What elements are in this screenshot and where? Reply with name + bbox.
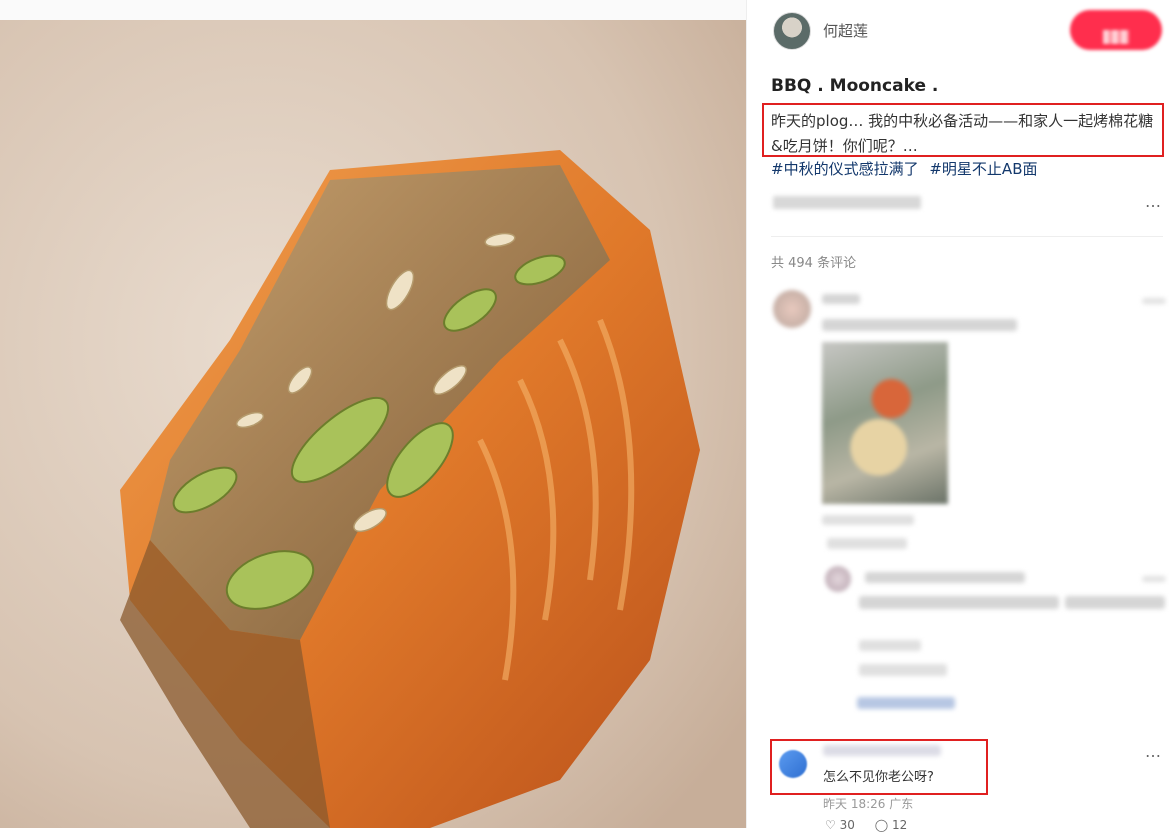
comment-actions-blurred: [827, 538, 907, 549]
tag-link[interactable]: #明星不止AB面: [929, 160, 1037, 178]
follow-button[interactable]: [1070, 10, 1162, 50]
reply-username-blurred: [865, 572, 1025, 583]
commenter-avatar[interactable]: [779, 750, 807, 778]
author-avatar[interactable]: [773, 12, 811, 50]
post-description: 昨天的plog… 我的中秋必备活动——和家人一起烤棉花糖&吃月饼！你们呢？…: [771, 112, 1154, 155]
post-detail-panel: 何超莲 BBQ . Mooncake . 昨天的plog… 我的中秋必备活动——…: [746, 0, 1169, 832]
reply-text-blurred: [859, 596, 1059, 609]
post-date-blurred: [773, 196, 921, 209]
comment-actions: ♡ 30 ◯ 12: [825, 818, 923, 832]
expand-replies-blurred[interactable]: [857, 697, 955, 709]
follow-button-label: [1103, 29, 1129, 44]
comment-meta-blurred: [822, 515, 914, 525]
reply-avatar[interactable]: [825, 566, 851, 592]
reply-more-blurred: [1142, 576, 1166, 582]
reply-meta-blurred: [859, 640, 921, 651]
heart-icon: ♡: [825, 818, 836, 832]
comment-avatar[interactable]: [773, 290, 811, 328]
comment-image[interactable]: [822, 342, 948, 504]
author-name[interactable]: 何超莲: [823, 20, 868, 41]
post-media[interactable]: [0, 0, 746, 828]
comment-icon: ◯: [874, 818, 889, 832]
divider: [771, 236, 1163, 237]
comment-count: 共 494 条评论: [771, 256, 857, 271]
comment-text-blurred: [822, 319, 1017, 331]
post-tags: #中秋的仪式感拉满了 #明星不止AB面: [771, 158, 1043, 179]
comment-more-blurred: [1142, 298, 1166, 304]
comment-text: 怎么不见你老公呀?: [823, 770, 934, 785]
comment-username-blurred: [822, 294, 860, 304]
reply-text-blurred: [1065, 596, 1165, 609]
tag-link[interactable]: #中秋的仪式感拉满了: [771, 160, 919, 178]
media-top-strip: [0, 0, 746, 20]
reply-count: 12: [891, 818, 908, 832]
like-count: 30: [839, 818, 855, 832]
comment-more-icon[interactable]: …: [1145, 742, 1162, 761]
mooncake-photo: [0, 20, 746, 828]
post-title: BBQ . Mooncake .: [771, 76, 939, 96]
comment-meta: 昨天 18:26 广东: [823, 797, 914, 811]
reply-actions-blurred: [859, 664, 947, 676]
reply-button[interactable]: ◯ 12: [875, 818, 908, 832]
like-button[interactable]: ♡ 30: [825, 818, 859, 832]
post-more-icon[interactable]: …: [1145, 192, 1162, 211]
commenter-name-blurred: [823, 745, 941, 756]
